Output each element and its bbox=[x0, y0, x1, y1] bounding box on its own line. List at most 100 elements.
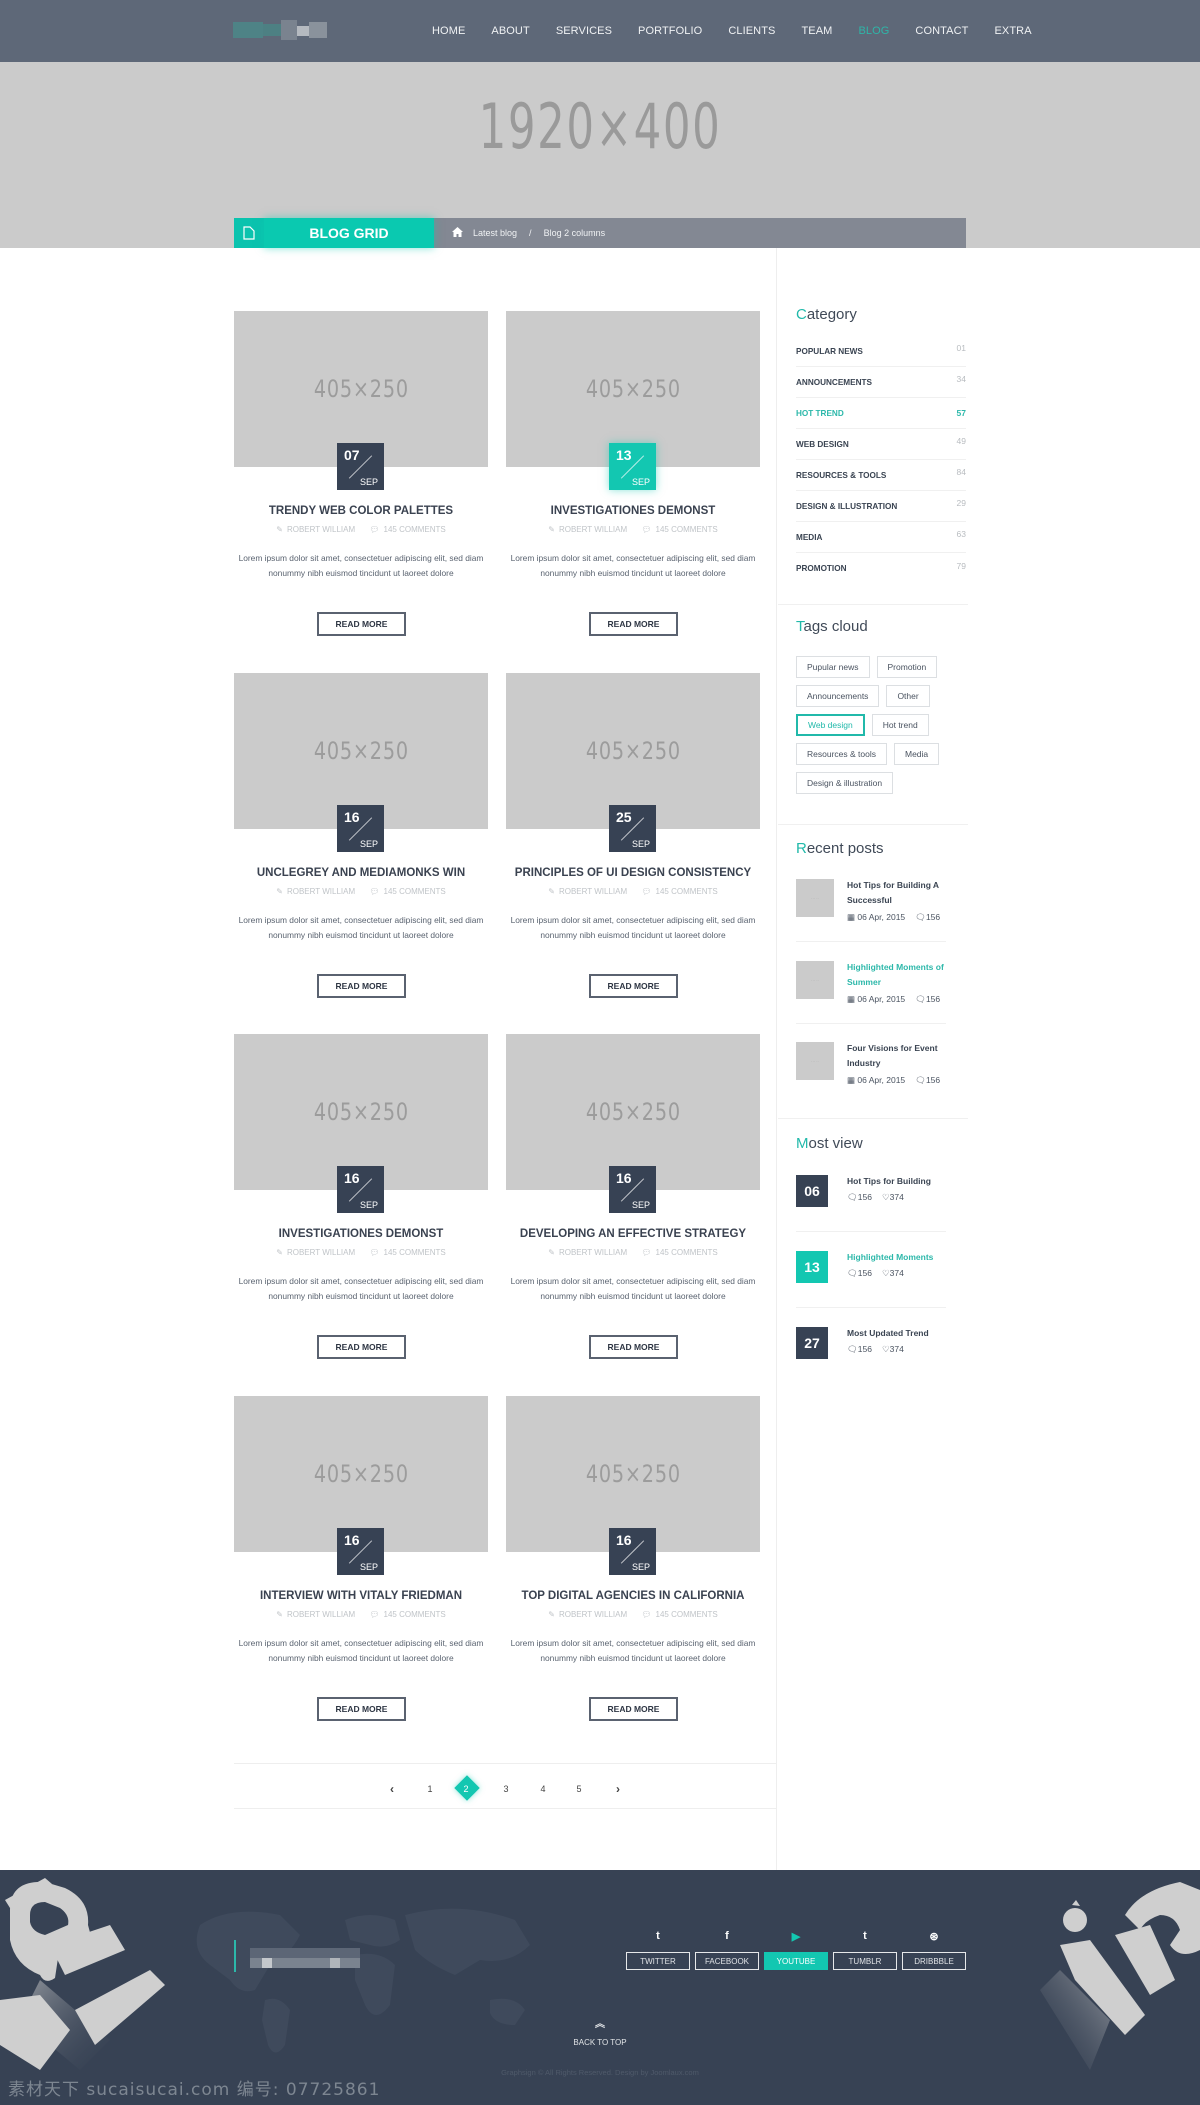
thumbnail-placeholder-text: 405×250 bbox=[585, 1098, 681, 1126]
post-comments[interactable]: 145 COMMENTS bbox=[656, 887, 718, 896]
read-more-button[interactable]: READ MORE bbox=[589, 974, 678, 998]
footer-logo[interactable] bbox=[250, 1948, 360, 1968]
tag-item[interactable]: Design & illustration bbox=[796, 772, 894, 794]
post-author[interactable]: ROBERT WILLIAM bbox=[559, 1610, 627, 1619]
most-view-title[interactable]: Hot Tips for Building bbox=[847, 1176, 931, 1186]
pagination-page-1[interactable]: 1 bbox=[420, 1777, 440, 1801]
read-more-button[interactable]: READ MORE bbox=[317, 612, 406, 636]
social-item: f FACEBOOK bbox=[695, 1928, 759, 1970]
post-title[interactable]: INVESTIGATIONES DEMONST bbox=[214, 1228, 508, 1240]
post-date-badge: 16 SEP bbox=[609, 1166, 656, 1213]
site-logo[interactable] bbox=[233, 20, 331, 40]
most-view-likes: 374 bbox=[889, 1268, 904, 1278]
category-item[interactable]: ANNOUNCEMENTS 34 bbox=[796, 367, 966, 398]
tag-item[interactable]: Resources & tools bbox=[796, 743, 887, 765]
most-view-title[interactable]: Most Updated Trend bbox=[847, 1328, 929, 1338]
nav-item-portfolio[interactable]: PORTFOLIO bbox=[638, 25, 702, 37]
category-item[interactable]: RESOURCES & TOOLS 84 bbox=[796, 460, 966, 491]
nav-item-team[interactable]: TEAM bbox=[801, 25, 832, 37]
post-comments[interactable]: 145 COMMENTS bbox=[384, 887, 446, 896]
most-view-title[interactable]: Highlighted Moments bbox=[847, 1252, 933, 1262]
nav-item-clients[interactable]: CLIENTS bbox=[728, 25, 775, 37]
nav-item-extra[interactable]: EXTRA bbox=[994, 25, 1031, 37]
tag-item[interactable]: Media bbox=[893, 743, 940, 765]
post-author[interactable]: ROBERT WILLIAM bbox=[559, 1248, 627, 1257]
pagination-page-3[interactable]: 3 bbox=[496, 1777, 516, 1801]
recent-post-title[interactable]: Highlighted Moments of Summer bbox=[847, 960, 967, 990]
tumblr-icon[interactable]: t bbox=[833, 1928, 897, 1944]
recent-post-title[interactable]: Four Visions for Event Industry bbox=[847, 1041, 967, 1071]
post-author[interactable]: ROBERT WILLIAM bbox=[559, 887, 627, 896]
post-comments[interactable]: 145 COMMENTS bbox=[384, 1610, 446, 1619]
tag-item[interactable]: Pupular news bbox=[796, 656, 870, 678]
tag-item[interactable]: Hot trend bbox=[871, 714, 929, 736]
pagination-page-4[interactable]: 4 bbox=[533, 1777, 553, 1801]
category-item[interactable]: PROMOTION 79 bbox=[796, 553, 966, 584]
post-comments[interactable]: 145 COMMENTS bbox=[656, 525, 718, 534]
nav-item-services[interactable]: SERVICES bbox=[556, 25, 612, 37]
read-more-button[interactable]: READ MORE bbox=[589, 1697, 678, 1721]
category-item[interactable]: POPULAR NEWS 01 bbox=[796, 336, 966, 367]
nav-item-contact[interactable]: CONTACT bbox=[915, 25, 968, 37]
facebook-icon[interactable]: f bbox=[695, 1928, 759, 1944]
post-date-day: 16 bbox=[344, 1170, 360, 1186]
twitter-icon[interactable]: t bbox=[626, 1928, 690, 1944]
post-author[interactable]: ROBERT WILLIAM bbox=[287, 1610, 355, 1619]
pagination-next-button[interactable]: › bbox=[608, 1777, 628, 1801]
post-title[interactable]: TRENDY WEB COLOR PALETTES bbox=[214, 505, 508, 517]
tag-item[interactable]: Other bbox=[886, 685, 930, 707]
nav-item-about[interactable]: ABOUT bbox=[491, 25, 529, 37]
social-button[interactable]: DRIBBBLE bbox=[902, 1952, 966, 1970]
tag-item[interactable]: Announcements bbox=[796, 685, 880, 707]
post-comments[interactable]: 145 COMMENTS bbox=[656, 1610, 718, 1619]
page-title: BLOG GRID bbox=[264, 218, 434, 248]
pagination-prev-button[interactable]: ‹ bbox=[382, 1777, 402, 1801]
post-date-month: SEP bbox=[631, 839, 650, 849]
social-button[interactable]: FACEBOOK bbox=[695, 1952, 759, 1970]
post-title[interactable]: UNCLEGREY AND MEDIAMONKS WIN bbox=[214, 867, 508, 879]
post-title[interactable]: INTERVIEW WITH VITALY FRIEDMAN bbox=[214, 1590, 508, 1602]
social-button[interactable]: TWITTER bbox=[626, 1952, 690, 1970]
read-more-button[interactable]: READ MORE bbox=[317, 974, 406, 998]
recent-post-title[interactable]: Hot Tips for Building A Successful bbox=[847, 878, 967, 908]
post-author[interactable]: ROBERT WILLIAM bbox=[287, 887, 355, 896]
pagination-page-5[interactable]: 5 bbox=[569, 1777, 589, 1801]
home-icon[interactable] bbox=[452, 227, 463, 239]
read-more-button[interactable]: READ MORE bbox=[589, 612, 678, 636]
social-button[interactable]: YOUTUBE bbox=[764, 1952, 828, 1970]
tag-item[interactable]: Web design bbox=[796, 714, 865, 736]
post-title[interactable]: DEVELOPING AN EFFECTIVE STRATEGY bbox=[486, 1228, 780, 1240]
read-more-button[interactable]: READ MORE bbox=[317, 1335, 406, 1359]
category-item[interactable]: WEB DESIGN 49 bbox=[796, 429, 966, 460]
read-more-button[interactable]: READ MORE bbox=[317, 1697, 406, 1721]
tag-item[interactable]: Promotion bbox=[876, 656, 938, 678]
post-title[interactable]: TOP DIGITAL AGENCIES IN CALIFORNIA bbox=[486, 1590, 780, 1602]
recent-post-thumbnail[interactable]: ··· ·· bbox=[796, 961, 834, 999]
pencil-icon: ✎ bbox=[276, 1610, 283, 1619]
post-comments[interactable]: 145 COMMENTS bbox=[384, 525, 446, 534]
nav-item-blog[interactable]: BLOG bbox=[858, 25, 889, 37]
thumbnail-placeholder-text: 405×250 bbox=[585, 1460, 681, 1488]
dribbble-icon[interactable]: ⊛ bbox=[902, 1928, 966, 1944]
recent-post-thumbnail[interactable]: ··· ·· bbox=[796, 1042, 834, 1080]
post-author[interactable]: ROBERT WILLIAM bbox=[287, 1248, 355, 1257]
youtube-icon[interactable]: ▶ bbox=[764, 1928, 828, 1944]
social-button[interactable]: TUMBLR bbox=[833, 1952, 897, 1970]
post-author[interactable]: ROBERT WILLIAM bbox=[287, 525, 355, 534]
post-comments[interactable]: 145 COMMENTS bbox=[656, 1248, 718, 1257]
post-author[interactable]: ROBERT WILLIAM bbox=[559, 525, 627, 534]
post-comments[interactable]: 145 COMMENTS bbox=[384, 1248, 446, 1257]
pagination-page-2-current[interactable]: 2 bbox=[456, 1777, 476, 1801]
back-to-top-button[interactable]: ︽ BACK TO TOP bbox=[540, 2020, 660, 2048]
category-item[interactable]: MEDIA 63 bbox=[796, 522, 966, 553]
post-title[interactable]: INVESTIGATIONES DEMONST bbox=[486, 505, 780, 517]
category-item[interactable]: HOT TREND 57 bbox=[796, 398, 966, 429]
nav-item-home[interactable]: HOME bbox=[432, 25, 465, 37]
post-excerpt: Lorem ipsum dolor sit amet, consectetuer… bbox=[510, 1638, 756, 1663]
category-item[interactable]: DESIGN & ILLUSTRATION 29 bbox=[796, 491, 966, 522]
post-title[interactable]: PRINCIPLES OF UI DESIGN CONSISTENCY bbox=[486, 867, 780, 879]
read-more-button[interactable]: READ MORE bbox=[589, 1335, 678, 1359]
recent-post-thumbnail[interactable]: ··· ·· bbox=[796, 879, 834, 917]
list-divider bbox=[796, 941, 946, 942]
breadcrumb-item-latest-blog[interactable]: Latest blog bbox=[473, 228, 517, 238]
